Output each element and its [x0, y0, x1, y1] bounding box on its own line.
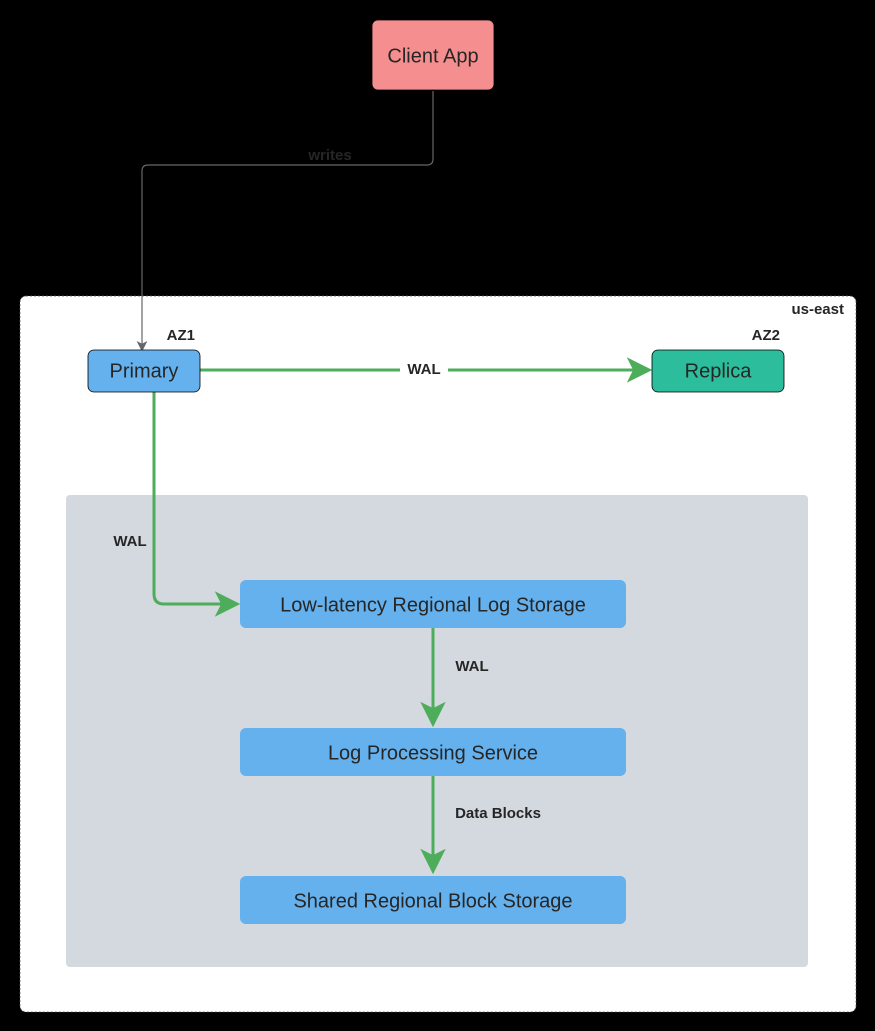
region-label: us-east — [791, 301, 844, 318]
client-node: Client App — [372, 20, 494, 90]
replica-label: Replica — [685, 360, 753, 382]
az2-label: AZ2 — [752, 327, 780, 344]
logstore-node: Low-latency Regional Log Storage — [240, 580, 626, 628]
logservice-node: Log Processing Service — [240, 728, 626, 776]
blockstore-label: Shared Regional Block Storage — [293, 890, 572, 912]
architecture-diagram: us-east writes WAL WAL WAL Data Blocks C… — [0, 0, 875, 1031]
logstore-label: Low-latency Regional Log Storage — [280, 594, 586, 616]
logservice-label: Log Processing Service — [328, 742, 538, 764]
edge-label-writes: writes — [307, 147, 351, 164]
edge-label-wal-2: WAL — [113, 533, 146, 550]
edge-label-datablocks: Data Blocks — [455, 805, 541, 822]
replica-node: Replica — [652, 350, 784, 392]
primary-label: Primary — [110, 360, 179, 382]
blockstore-node: Shared Regional Block Storage — [240, 876, 626, 924]
edge-label-wal-3: WAL — [455, 658, 488, 675]
edge-label-wal-1: WAL — [407, 361, 440, 378]
az1-label: AZ1 — [167, 327, 195, 344]
client-label: Client App — [387, 45, 478, 67]
primary-node: Primary — [88, 350, 200, 392]
